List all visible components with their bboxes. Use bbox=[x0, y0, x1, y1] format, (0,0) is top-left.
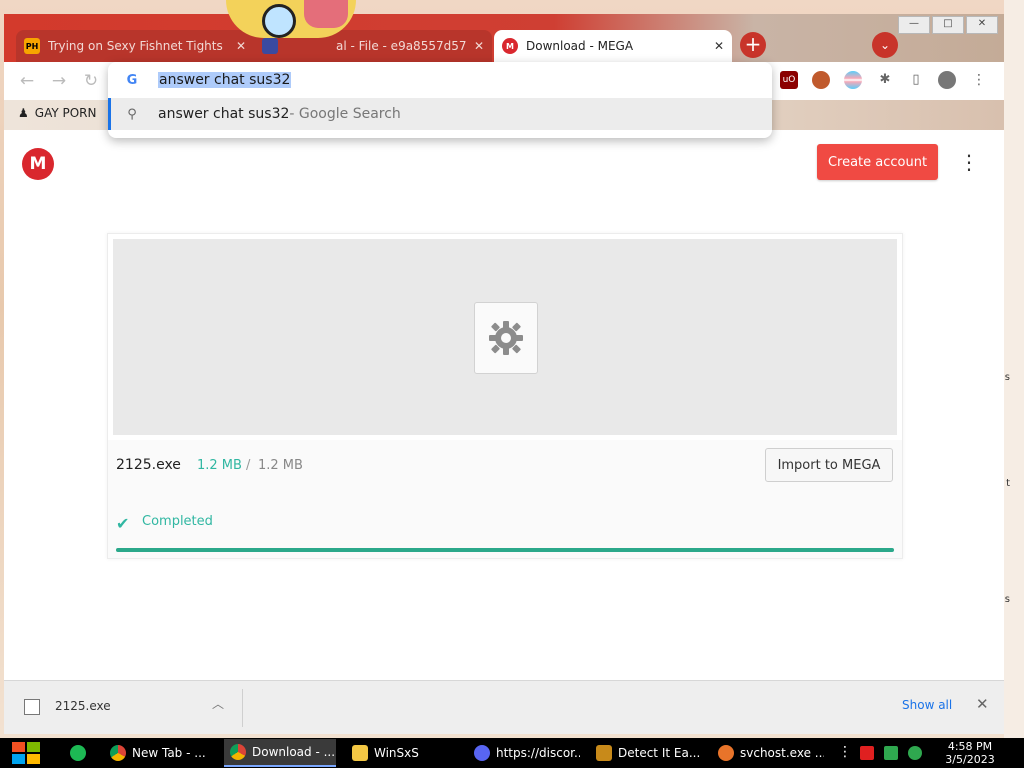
desktop-icon-label: s bbox=[1004, 594, 1010, 605]
checkmark-icon: ✔ bbox=[116, 514, 130, 533]
mega-download-page: M Create account ⋮ 2125.exe 1.2 MB / 1.2… bbox=[4, 130, 1004, 680]
gear-icon bbox=[489, 321, 523, 355]
close-window-button[interactable]: ✕ bbox=[966, 16, 998, 34]
sticker-overlay bbox=[226, 0, 356, 38]
extension-avatar-icon[interactable] bbox=[812, 71, 830, 89]
omnibox-suggestion[interactable]: ⚲ answer chat sus32 - Google Search bbox=[108, 98, 772, 130]
close-icon[interactable]: ✕ bbox=[714, 39, 724, 53]
clock-time: 4:58 PM bbox=[947, 740, 993, 753]
forward-arrow-icon[interactable]: → bbox=[48, 70, 70, 92]
tab-search-button[interactable]: ⌄ bbox=[872, 32, 898, 58]
bookmark-label: GAY PORN bbox=[34, 106, 97, 120]
show-all-link[interactable]: Show all bbox=[902, 698, 952, 712]
taskbar-item-label: svchost.exe ... bbox=[740, 746, 824, 760]
taskbar-item-label: New Tab - ... bbox=[132, 746, 206, 760]
bookmark-favicon-icon: ♟ bbox=[18, 106, 29, 120]
volume-icon[interactable] bbox=[908, 746, 922, 760]
progress-bar bbox=[116, 548, 894, 552]
downloaded-size: 1.2 MB bbox=[197, 458, 242, 473]
site-favicon-icon bbox=[262, 38, 278, 54]
tab-3-active[interactable]: M Download - MEGA ✕ bbox=[494, 30, 732, 62]
downloaded-file-item[interactable]: 2125.exe bbox=[55, 699, 111, 713]
desktop-icon-label: s bbox=[1004, 372, 1010, 383]
flag-extension-icon[interactable] bbox=[844, 71, 862, 89]
back-arrow-icon[interactable]: ← bbox=[16, 70, 38, 92]
total-size: 1.2 MB bbox=[258, 458, 303, 473]
new-tab-button[interactable]: + bbox=[740, 32, 766, 58]
detect-it-easy-icon bbox=[596, 745, 612, 761]
progress-fill bbox=[116, 548, 894, 552]
import-to-mega-button[interactable]: Import to MEGA bbox=[765, 448, 893, 482]
google-icon: G bbox=[126, 72, 138, 88]
tab-1[interactable]: PH Trying on Sexy Fishnet Tights ✕ bbox=[16, 30, 254, 62]
chrome-icon bbox=[230, 744, 246, 760]
suggestion-text: answer chat sus32 bbox=[158, 106, 290, 122]
taskbar-item[interactable]: svchost.exe ... bbox=[712, 739, 824, 767]
flag-tray-icon[interactable] bbox=[860, 746, 874, 760]
chevron-up-icon[interactable]: ︿ bbox=[212, 695, 224, 712]
taskbar-item-label: Download - ... bbox=[252, 745, 336, 759]
taskbar-item-label: Detect It Ea... bbox=[618, 746, 701, 760]
omnibox-input[interactable]: answer chat sus32 bbox=[158, 72, 292, 88]
clock[interactable]: 4:58 PM 3/5/2023 bbox=[940, 740, 1000, 766]
tab-title: al - File - e9a8557d57 bbox=[336, 39, 467, 53]
spotify-icon[interactable] bbox=[70, 745, 86, 761]
discord-icon bbox=[474, 745, 490, 761]
file-info-row: 2125.exe 1.2 MB / 1.2 MB Import to MEGA bbox=[108, 440, 902, 491]
tab-title: Download - MEGA bbox=[526, 39, 634, 53]
tray-overflow-icon[interactable]: ⋮ bbox=[838, 744, 852, 760]
minimize-button[interactable]: — bbox=[898, 16, 930, 34]
divider bbox=[242, 689, 243, 727]
search-tool-icon bbox=[718, 745, 734, 761]
download-status-row: ✔ Completed bbox=[108, 490, 902, 558]
pornhub-favicon-icon: PH bbox=[24, 38, 40, 54]
download-card: 2125.exe 1.2 MB / 1.2 MB Import to MEGA … bbox=[107, 233, 903, 559]
create-account-button[interactable]: Create account bbox=[817, 144, 938, 180]
taskbar-item[interactable]: New Tab - ... bbox=[104, 739, 216, 767]
omnibox-input-row[interactable]: G answer chat sus32 bbox=[108, 64, 772, 96]
suggestion-suffix: - Google Search bbox=[289, 106, 401, 122]
taskbar-item-active[interactable]: Download - ... bbox=[224, 739, 336, 767]
omnibox-dropdown: G answer chat sus32 ⚲ answer chat sus32 … bbox=[108, 62, 772, 138]
file-icon bbox=[24, 699, 40, 715]
taskbar-item[interactable]: WinSxS bbox=[346, 739, 458, 767]
extensions-puzzle-icon[interactable]: ✱ bbox=[876, 71, 894, 89]
network-icon[interactable] bbox=[884, 746, 898, 760]
size-separator: / bbox=[246, 458, 251, 473]
maximize-button[interactable]: □ bbox=[932, 16, 964, 34]
bookmark-item[interactable]: ♟ GAY PORN bbox=[18, 106, 96, 120]
taskbar-item[interactable]: Detect It Ea... bbox=[590, 739, 702, 767]
profile-icon[interactable] bbox=[938, 71, 956, 89]
taskbar-item-label: https://discor... bbox=[496, 746, 580, 760]
side-panel-icon[interactable]: ▯ bbox=[907, 71, 925, 89]
tab-strip: PH Trying on Sexy Fishnet Tights ✕ al - … bbox=[4, 14, 1004, 62]
status-text: Completed bbox=[142, 514, 213, 529]
folder-icon bbox=[352, 745, 368, 761]
mega-logo[interactable]: M bbox=[22, 148, 54, 180]
mega-favicon-icon: M bbox=[502, 38, 518, 54]
close-icon[interactable]: ✕ bbox=[474, 39, 484, 53]
reload-icon[interactable]: ↻ bbox=[80, 70, 102, 92]
tab-title: Trying on Sexy Fishnet Tights bbox=[48, 39, 223, 53]
close-icon[interactable]: ✕ bbox=[976, 695, 989, 713]
window-controls: — □ ✕ bbox=[898, 16, 998, 34]
ublock-icon[interactable]: uO bbox=[780, 71, 798, 89]
close-icon[interactable]: ✕ bbox=[236, 39, 246, 53]
taskbar: New Tab - ... Download - ... WinSxS http… bbox=[0, 738, 1024, 768]
taskbar-item-label: WinSxS bbox=[374, 746, 419, 760]
desktop-edge: s t s bbox=[1004, 0, 1024, 740]
taskbar-item[interactable]: https://discor... bbox=[468, 739, 580, 767]
windows-start-icon[interactable] bbox=[10, 740, 42, 766]
clock-date: 3/5/2023 bbox=[945, 753, 995, 766]
file-preview bbox=[113, 239, 897, 435]
download-shelf: 2125.exe ︿ Show all ✕ bbox=[4, 680, 1004, 734]
chrome-menu-icon[interactable]: ⋮ bbox=[970, 71, 988, 89]
file-name: 2125.exe bbox=[116, 457, 181, 473]
more-options-icon[interactable]: ⋮ bbox=[959, 150, 979, 176]
chrome-icon bbox=[110, 745, 126, 761]
executable-file-icon bbox=[474, 302, 538, 374]
search-icon: ⚲ bbox=[127, 106, 137, 122]
desktop-icon-label: t bbox=[1006, 478, 1010, 489]
